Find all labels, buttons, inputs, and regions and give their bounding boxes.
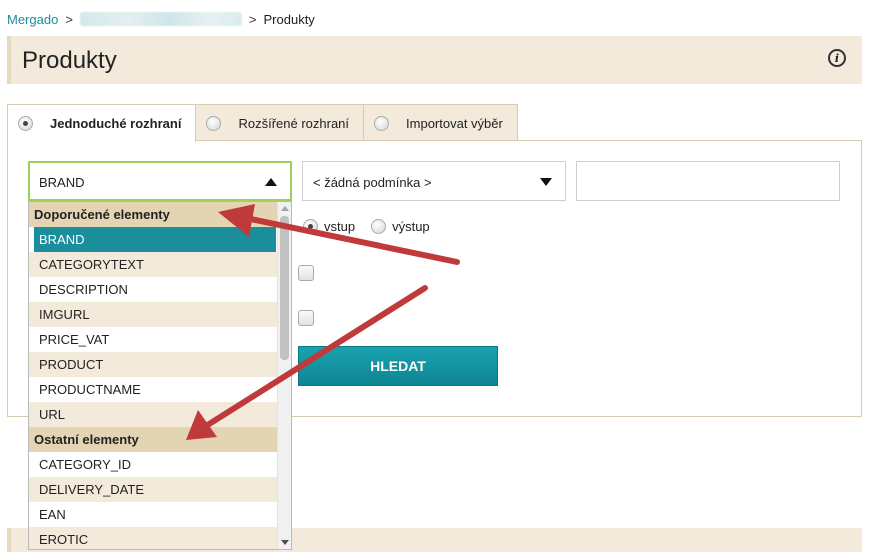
dropdown-option[interactable]: PRODUCTNAME [29, 377, 278, 402]
radio-icon [206, 115, 222, 131]
dropdown-option[interactable]: DESCRIPTION [29, 277, 278, 302]
breadcrumb: Mergado > > Produkty [7, 11, 315, 27]
breadcrumb-separator: > [248, 11, 257, 27]
tab-import-selection[interactable]: Importovat výběr [363, 104, 518, 141]
dropdown-option[interactable]: EROTIC [29, 527, 278, 549]
scroll-up-icon[interactable] [281, 206, 289, 211]
breadcrumb-separator: > [65, 11, 73, 27]
value-input[interactable] [576, 161, 840, 201]
dropdown-option[interactable]: PRODUCT [29, 352, 278, 377]
radio-vystup-label[interactable]: výstup [392, 219, 430, 234]
io-radio-group: vstup výstup [303, 219, 446, 234]
dropdown-option[interactable]: CATEGORY_ID [29, 452, 278, 477]
dropdown-option-brand[interactable]: BRAND [34, 227, 276, 252]
dropdown-scrollbar[interactable] [277, 202, 291, 549]
info-icon[interactable]: i [828, 49, 846, 67]
dropdown-group-other: Ostatní elementy [29, 427, 278, 452]
tab-simple-interface[interactable]: Jednoduché rozhraní [7, 104, 197, 142]
radio-icon [18, 116, 33, 131]
radio-vstup-label[interactable]: vstup [324, 219, 355, 234]
dropdown-option[interactable]: URL [29, 402, 278, 427]
radio-vystup[interactable] [371, 219, 387, 234]
option-checkbox-2[interactable] [298, 310, 314, 326]
element-dropdown-list[interactable]: Doporučené elementy BRAND CATEGORYTEXT D… [28, 201, 292, 550]
scrollbar-thumb[interactable] [280, 216, 289, 360]
dropdown-options: Doporučené elementy BRAND CATEGORYTEXT D… [29, 202, 278, 549]
breadcrumb-link-mergado[interactable]: Mergado [7, 12, 58, 27]
radio-vstup[interactable] [303, 219, 318, 234]
dropdown-option[interactable]: CATEGORYTEXT [29, 252, 278, 277]
tab-label: Jednoduché rozhraní [50, 116, 182, 131]
scroll-down-icon[interactable] [281, 540, 289, 545]
tab-extended-interface[interactable]: Rozšířené rozhraní [195, 104, 365, 141]
interface-tabs: Jednoduché rozhraní Rozšířené rozhraní I… [7, 104, 518, 142]
element-select-value: BRAND [39, 175, 85, 190]
tab-label: Rozšířené rozhraní [238, 115, 350, 131]
caret-up-icon [265, 178, 277, 186]
condition-select[interactable]: < žádná podmínka > [302, 161, 566, 201]
dropdown-option[interactable]: DELIVERY_DATE [29, 477, 278, 502]
dropdown-option[interactable]: IMGURL [29, 302, 278, 327]
option-checkbox-1[interactable] [298, 265, 314, 281]
tab-label: Importovat výběr [406, 115, 503, 131]
breadcrumb-link-shop-redacted[interactable] [79, 12, 242, 26]
dropdown-group-recommended: Doporučené elementy [29, 202, 278, 227]
element-select[interactable]: BRAND [28, 161, 292, 201]
condition-select-value: < žádná podmínka > [313, 175, 432, 190]
page-header: Produkty i [7, 36, 862, 84]
dropdown-option[interactable]: EAN [29, 502, 278, 527]
radio-icon [374, 115, 390, 131]
search-button[interactable]: HLEDAT [298, 346, 498, 386]
page-title: Produkty [22, 47, 117, 74]
breadcrumb-current: Produkty [263, 11, 315, 27]
caret-down-icon [540, 178, 552, 186]
dropdown-option[interactable]: PRICE_VAT [29, 327, 278, 352]
